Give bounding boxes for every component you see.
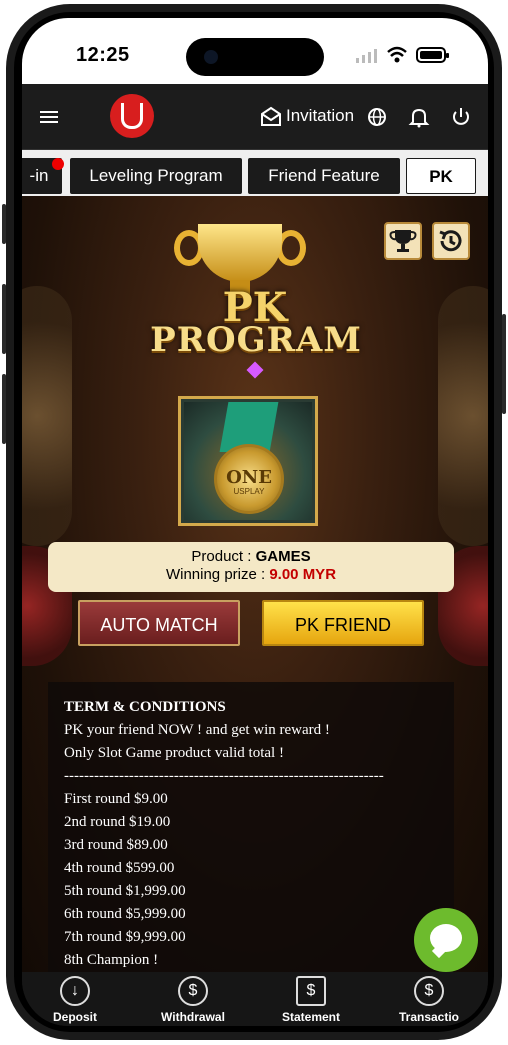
prize-value: 9.00 MYR — [269, 566, 337, 583]
terms-line: 6th round $5,999.00 — [64, 906, 186, 922]
terms-line: Only Slot Game product valid total ! — [64, 745, 284, 761]
terms-line: 5th round $1,999.00 — [64, 883, 186, 899]
top-nav: Invitation — [22, 84, 488, 150]
live-chat-button[interactable] — [414, 908, 478, 972]
terms-line: 7th round $9,999.00 — [64, 929, 186, 945]
invitation-link[interactable]: Invitation — [286, 106, 354, 126]
terms-line: First round $9.00 — [64, 791, 168, 807]
signal-icon — [356, 49, 377, 63]
left-ornament — [22, 286, 72, 546]
banner-title-program: PROGRAM — [150, 320, 362, 360]
nav-deposit[interactable]: ↓ Deposit — [30, 972, 120, 1026]
leaderboard-button[interactable] — [384, 222, 422, 260]
trophy-icon — [389, 230, 417, 252]
terms-divider: ----------------------------------------… — [64, 768, 384, 784]
dollar-icon: $ — [178, 976, 208, 1006]
nav-label: Transactio — [398, 1010, 460, 1024]
history-icon — [439, 230, 462, 252]
tab-leveling-program[interactable]: Leveling Program — [70, 158, 242, 194]
statement-icon: $ — [296, 976, 326, 1006]
screen: 12:25 Invitation -in Leveling Program Fr… — [22, 18, 488, 1026]
brand-logo[interactable] — [110, 94, 154, 138]
bottom-nav: ↓ Deposit $ Withdrawal $ Statement $ Tra… — [22, 972, 488, 1026]
nav-label: Deposit — [52, 1010, 97, 1024]
globe-icon[interactable] — [366, 106, 388, 128]
product-value: GAMES — [255, 548, 311, 565]
status-bar: 12:25 — [22, 18, 488, 84]
tab-label: Friend Feature — [268, 166, 380, 185]
history-button[interactable] — [432, 222, 470, 260]
bell-icon[interactable] — [408, 106, 430, 128]
nav-label: Statement — [281, 1010, 340, 1024]
deposit-icon: ↓ — [60, 976, 90, 1006]
status-time: 12:25 — [76, 44, 130, 66]
nav-label: Withdrawal — [161, 1010, 225, 1024]
terms-line: 3rd round $89.00 — [64, 837, 168, 853]
product-label: Product : — [191, 548, 256, 565]
auto-match-button[interactable]: AUTO MATCH — [78, 600, 240, 646]
dynamic-island — [186, 38, 324, 76]
tab-label: Leveling Program — [89, 166, 223, 185]
tab-pk[interactable]: PK — [406, 158, 476, 194]
transaction-icon: $ — [414, 976, 444, 1006]
tab-label: PK — [429, 167, 453, 186]
terms-heading: TERM & CONDITIONS — [64, 699, 226, 715]
tab-label: -in — [29, 166, 49, 185]
nav-withdrawal[interactable]: $ Withdrawal — [148, 972, 238, 1026]
envelope-icon[interactable] — [260, 106, 282, 128]
right-ornament — [438, 286, 488, 546]
menu-icon[interactable] — [38, 106, 60, 128]
battery-icon — [416, 47, 449, 63]
power-icon[interactable] — [450, 106, 472, 128]
terms-line: 2nd round $19.00 — [64, 814, 171, 830]
pk-program-content: PK PROGRAM ONE USPLAY Product : GAMES Wi… — [22, 196, 488, 972]
wifi-icon — [387, 46, 407, 63]
prize-label: Winning prize : — [165, 566, 270, 583]
trophy-graphic — [198, 224, 282, 282]
terms-line: 8th Champion ! — [64, 952, 159, 968]
gem-icon — [246, 361, 264, 379]
terms-panel: TERM & CONDITIONS PK your friend NOW ! a… — [48, 682, 454, 972]
program-tabs: -in Leveling Program Friend Feature PK — [22, 150, 488, 196]
terms-line: PK your friend NOW ! and get win reward … — [64, 722, 330, 738]
product-image: ONE USPLAY — [178, 396, 318, 526]
medal-icon: ONE USPLAY — [214, 444, 284, 514]
notification-badge — [52, 158, 64, 170]
terms-line: 4th round $599.00 — [64, 860, 175, 876]
nav-transaction[interactable]: $ Transactio — [384, 972, 474, 1026]
pk-friend-button[interactable]: PK FRIEND — [262, 600, 424, 646]
product-info-box: Product : GAMES Winning prize : 9.00 MYR — [48, 542, 454, 592]
nav-statement[interactable]: $ Statement — [266, 972, 356, 1026]
tab-friend-feature[interactable]: Friend Feature — [248, 158, 400, 194]
